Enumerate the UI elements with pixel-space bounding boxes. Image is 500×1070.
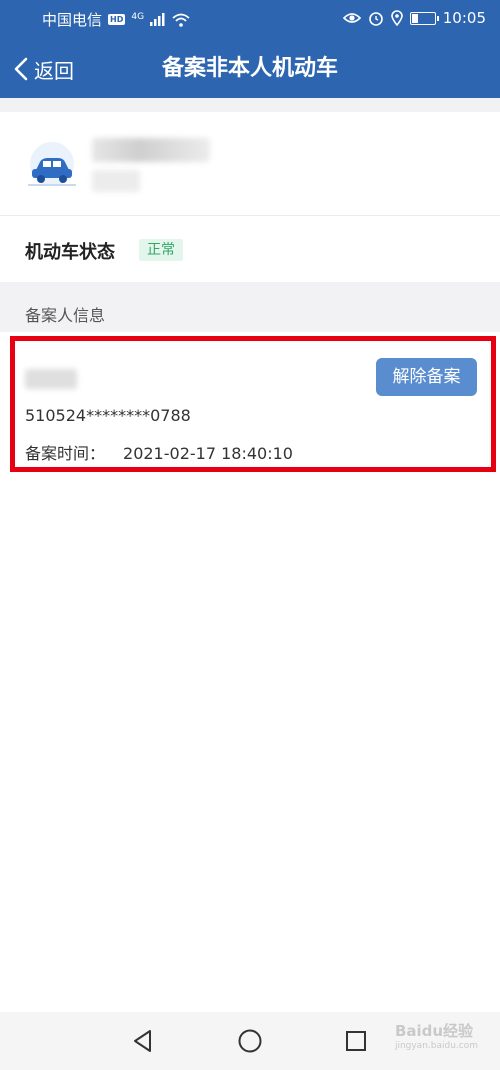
home-circle-icon[interactable] — [237, 1028, 263, 1054]
record-time-value: 2021-02-17 18:40:10 — [123, 444, 293, 463]
clock: 10:05 — [442, 9, 486, 27]
vehicle-subtext-blurred — [92, 170, 140, 192]
id-number: 510524********0788 — [25, 406, 191, 425]
app-header: 中国电信 HD 4G 10:05 返回 备案非本人机动车 — [0, 0, 500, 98]
section-title: 备案人信息 — [25, 306, 106, 325]
eye-icon — [342, 13, 361, 23]
signal-icon — [150, 13, 165, 26]
divider — [0, 98, 500, 112]
record-time-label: 备案时间： — [25, 444, 106, 463]
watermark-brand: Baidu经验 — [394, 1022, 474, 1040]
watermark-url: jingyan.baidu.com — [394, 1041, 478, 1051]
network-type: 4G — [131, 11, 145, 22]
chevron-left-icon — [14, 57, 28, 81]
record-card: 解除备案 510524********0788 备案时间： 2021-02-17 … — [10, 336, 496, 472]
vehicle-summary — [0, 112, 500, 216]
page-title: 备案非本人机动车 — [161, 56, 338, 81]
status-left: 中国电信 HD 4G — [42, 9, 190, 30]
location-icon — [390, 10, 403, 26]
record-time: 备案时间： 2021-02-17 18:40:10 — [25, 440, 293, 464]
battery-icon — [409, 11, 439, 25]
owner-name-blurred — [25, 369, 77, 389]
vehicle-status-row: 机动车状态 正常 — [0, 216, 500, 282]
status-badge: 正常 — [139, 239, 183, 261]
carrier-label: 中国电信 — [42, 11, 103, 29]
recents-square-icon[interactable] — [343, 1028, 369, 1054]
vehicle-status-label: 机动车状态 — [25, 242, 115, 263]
alarm-icon — [368, 12, 383, 26]
section-header: 备案人信息 — [0, 282, 500, 332]
status-bar: 中国电信 HD 4G 10:05 — [0, 0, 500, 38]
back-triangle-icon[interactable] — [130, 1028, 156, 1054]
back-button[interactable]: 返回 — [14, 52, 74, 86]
watermark: Baidu经验 jingyan.baidu.com — [395, 1020, 478, 1051]
hd-icon: HD — [108, 14, 126, 25]
status-right: 10:05 — [342, 9, 486, 27]
unbind-button[interactable]: 解除备案 — [376, 358, 477, 396]
wifi-icon — [172, 13, 190, 27]
back-label: 返回 — [34, 58, 74, 83]
car-icon — [28, 142, 76, 186]
plate-number-blurred — [92, 138, 210, 162]
system-nav-bar: Baidu经验 jingyan.baidu.com — [0, 1012, 500, 1070]
